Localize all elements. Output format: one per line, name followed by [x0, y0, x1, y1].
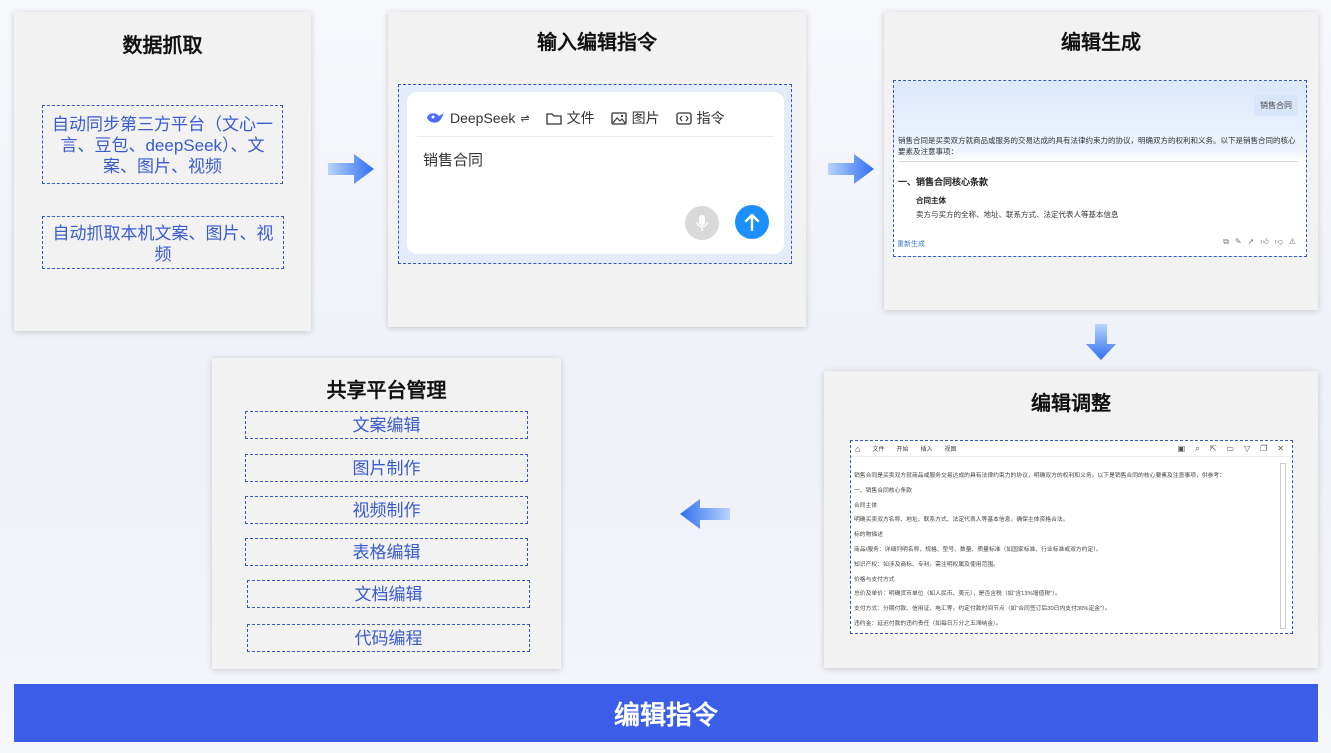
- share-platform-panel: 共享平台管理 文案编辑 图片制作 视频制作 表格编辑 文档编辑 代码编程: [212, 358, 561, 669]
- file-button[interactable]: 文件: [545, 108, 595, 128]
- doc-line: 标的物描述: [854, 532, 883, 539]
- share-item-label: 表格编辑: [352, 542, 421, 562]
- chat-input-card: DeepSeek ⇌ 文件 图片 指令 销售合同: [407, 92, 784, 254]
- panel-title: 编辑调整: [1031, 393, 1111, 415]
- chat-input-frame: DeepSeek ⇌ 文件 图片 指令 销售合同: [398, 84, 792, 264]
- local-capture-text: 自动抓取本机文案、图片、视频: [52, 224, 274, 264]
- divider: [898, 161, 1298, 162]
- panel-title: 共享平台管理: [326, 380, 447, 402]
- file-label: 文件: [566, 110, 595, 126]
- share-item-label: 文案编辑: [352, 415, 421, 435]
- generate-description: 卖方与买方的全称、地址、联系方式、法定代表人等基本信息: [916, 210, 1119, 219]
- edit-adjust-panel: 编辑调整 ⌂ 文件 开始 插入 视图 ▣ ⌕ ⇱ ▭ ▽ ❐ ✕ 销售合同是买卖…: [824, 371, 1318, 668]
- switch-icon: ⇌: [520, 112, 530, 125]
- share-item-label: 文档编辑: [354, 584, 423, 604]
- share-item-label: 代码编程: [354, 628, 423, 648]
- image-label: 图片: [631, 110, 660, 126]
- model-name: DeepSeek: [450, 110, 516, 126]
- menu-insert[interactable]: 插入: [920, 444, 932, 453]
- footer-banner: 编辑指令: [14, 684, 1318, 742]
- copy-icon[interactable]: ⧉: [1223, 237, 1229, 247]
- image-button[interactable]: 图片: [610, 108, 660, 128]
- menu-file[interactable]: 文件: [872, 444, 884, 453]
- share-item-image: 图片制作: [245, 454, 528, 482]
- search-icon[interactable]: ⌕: [1195, 444, 1199, 454]
- doc-line: 一、销售合同核心条款: [854, 487, 912, 494]
- collapse-icon[interactable]: ▽: [1244, 444, 1250, 454]
- image-icon: [610, 111, 627, 125]
- doc-line: 知识产权：如涉及商标、专利，需注明权属及使用范围。: [854, 561, 999, 568]
- voice-button[interactable]: [685, 206, 719, 240]
- deepseek-logo-icon: [427, 113, 444, 123]
- share-item-video: 视频制作: [245, 496, 528, 524]
- regenerate-link[interactable]: 重新生成: [897, 239, 925, 249]
- arrow-right-1: [328, 154, 374, 184]
- editor-window-controls: ▣ ⌕ ⇱ ▭ ▽ ❐ ✕: [1178, 444, 1284, 454]
- doc-line: 支付方式：分期付款、信用证、电汇等，约定付款时间节点（如“合同签订后30日内支付…: [854, 606, 1111, 613]
- edit-icon[interactable]: ✎: [1235, 237, 1242, 247]
- user-message-chip: 销售合同: [1254, 95, 1298, 116]
- restore-icon[interactable]: ❐: [1260, 444, 1267, 454]
- share-item-code: 代码编程: [247, 624, 530, 652]
- data-capture-panel: 数据抓取 自动同步第三方平台（文心一言、豆包、deepSeek）、文案、图片、视…: [14, 12, 311, 331]
- generate-preview-frame: 销售合同 销售合同是买卖双方就商品或服务的交易达成的具有法律约束力的协议，明确双…: [893, 80, 1307, 257]
- share-icon[interactable]: ➚: [1248, 237, 1255, 247]
- share-item-table: 表格编辑: [245, 538, 528, 566]
- command-button[interactable]: 指令: [675, 108, 725, 128]
- doc-line: 明确买卖双方名称、地址、联系方式、法定代表人等基本信息，确保主体资格合法。: [854, 517, 1069, 524]
- input-command-panel: 输入编辑指令 DeepSeek ⇌ 文件 图片 指令 销售合同: [388, 12, 806, 327]
- avatar-icon[interactable]: ▣: [1178, 444, 1186, 454]
- doc-line: 销售合同是买卖双方就商品或服务交易达成的具有法律约束力的协议，明确双方的权利和义…: [854, 473, 1226, 479]
- arrow-left: [680, 499, 730, 529]
- arrow-down: [1086, 324, 1116, 360]
- sync-third-party-text: 自动同步第三方平台（文心一言、豆包、deepSeek）、文案、图片、视频: [52, 115, 273, 176]
- warning-icon[interactable]: ⚠︎: [1289, 237, 1296, 247]
- document-editor-frame: ⌂ 文件 开始 插入 视图 ▣ ⌕ ⇱ ▭ ▽ ❐ ✕ 销售合同是买卖双方就商品…: [850, 440, 1293, 634]
- chat-input-text[interactable]: 销售合同: [423, 149, 483, 170]
- toolbar-divider: [417, 136, 774, 137]
- panel-title: 数据抓取: [122, 35, 203, 57]
- scrollbar[interactable]: [1280, 463, 1286, 629]
- menu-start[interactable]: 开始: [896, 444, 908, 453]
- arrow-right-2: [828, 154, 874, 184]
- share-item-document: 文档编辑: [247, 580, 530, 608]
- doc-line: 价格与支付方式: [854, 576, 895, 583]
- microphone-icon: [696, 215, 708, 231]
- menu-view[interactable]: 视图: [944, 444, 956, 453]
- generate-intro: 销售合同是买卖双方就商品或服务的交易达成的具有法律约束力的协议，明确双方的权利和…: [898, 136, 1296, 156]
- footer-title: 编辑指令: [613, 699, 718, 730]
- sync-third-party-box: 自动同步第三方平台（文心一言、豆包、deepSeek）、文案、图片、视频: [42, 105, 283, 184]
- panel-title: 输入编辑指令: [537, 32, 657, 54]
- home-icon[interactable]: ⌂: [855, 444, 860, 454]
- share-item-label: 图片制作: [352, 458, 421, 478]
- doc-line: 合同主体: [854, 502, 878, 509]
- command-label: 指令: [696, 110, 725, 126]
- generate-subheading: 合同主体: [916, 196, 946, 205]
- chat-toolbar: DeepSeek ⇌ 文件 图片 指令: [425, 106, 772, 130]
- thumbs-up-icon[interactable]: 👍︎: [1260, 237, 1268, 247]
- thumbs-down-icon[interactable]: 👎︎: [1275, 237, 1283, 247]
- code-icon: [675, 111, 692, 125]
- document-body[interactable]: 销售合同是买卖双方就商品或服务交易达成的具有法律约束力的协议，明确双方的权利和义…: [854, 471, 1274, 634]
- folder-icon: [545, 112, 562, 125]
- panel-title: 编辑生成: [1061, 32, 1141, 54]
- doc-line: 违约金：延迟付款的违约责任（如每日万分之五滞纳金）。: [854, 620, 1002, 627]
- send-button[interactable]: [735, 205, 769, 239]
- share-item-copywriting: 文案编辑: [245, 411, 528, 439]
- doc-line: 总价及单价：明确货币单位（如人民币、美元），是否含税（如“含13%增值税”）。: [854, 591, 1061, 598]
- generate-heading: 一、销售合同核心条款: [898, 177, 989, 187]
- doc-line: 商品/服务：详细列明名称、规格、型号、数量、质量标准（如国家标准、行业标准或双方…: [854, 546, 1102, 553]
- close-icon[interactable]: ✕: [1277, 444, 1284, 454]
- edit-generate-panel: 编辑生成 销售合同 销售合同是买卖双方就商品或服务的交易达成的具有法律约束力的协…: [884, 12, 1318, 310]
- share-icon[interactable]: ⇱: [1210, 444, 1217, 454]
- response-actions: ⧉ ✎ ➚ 👍︎ 👎︎ ⚠︎: [1223, 237, 1296, 247]
- arrow-up-icon: [744, 213, 760, 231]
- model-selector[interactable]: DeepSeek ⇌: [425, 110, 530, 126]
- local-capture-box: 自动抓取本机文案、图片、视频: [42, 216, 284, 269]
- share-item-label: 视频制作: [352, 500, 421, 520]
- screen-icon[interactable]: ▭: [1226, 444, 1234, 454]
